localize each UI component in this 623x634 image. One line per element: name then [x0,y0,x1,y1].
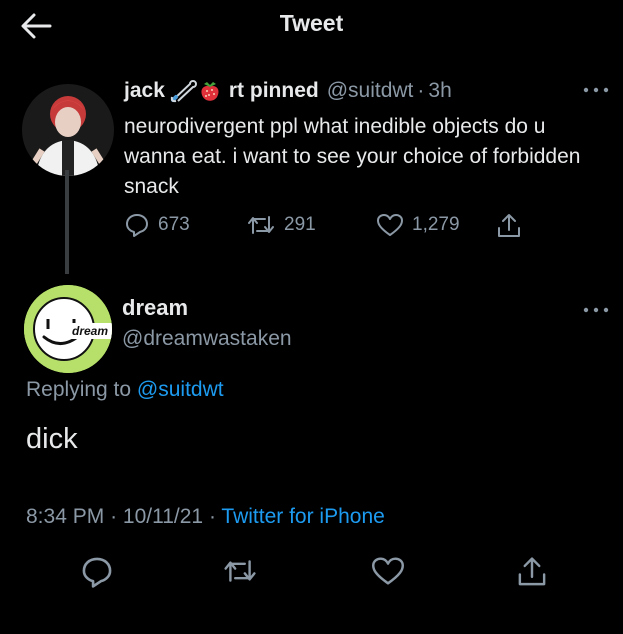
reply-icon[interactable] [80,555,116,591]
avatar-label: dream [72,324,108,338]
tweet-action-bar [0,555,623,595]
tweet-metadata: 8:34 PM · 10/11/21 · Twitter for iPhone [26,505,385,529]
parent-author-handle[interactable]: @suitdwt [327,79,414,103]
replying-to-handle-link[interactable]: @suitdwt [137,378,224,401]
meta-separator: · [417,79,425,102]
replying-to-label: Replying to [26,378,132,401]
strawberry-icon [197,78,223,104]
tweet-source-link[interactable]: Twitter for iPhone [221,505,384,528]
replying-to: Replying to @suitdwt [26,378,224,402]
avatar[interactable]: dream [24,285,112,373]
reply-icon [124,212,150,238]
retweet-icon [246,212,276,238]
share-button[interactable] [496,212,522,240]
reply-count: 673 [158,214,190,235]
parent-author-name-suffix: rt pinned [228,79,319,102]
meta-separator: · [110,505,118,528]
heart-icon[interactable] [370,555,406,591]
heart-icon [376,212,404,238]
parent-tweet-time[interactable]: 3h [428,79,451,103]
page-title: Tweet [279,10,344,36]
tweet-text: dick [26,423,78,455]
parent-tweet-header: jack rt pinned @suitdwt · 3h [124,78,452,104]
reply-button[interactable]: 673 [124,212,190,238]
safety-pin-icon [169,79,197,103]
like-count: 1,279 [412,214,460,235]
parent-author-name[interactable]: jack [124,79,165,103]
tweet-time[interactable]: 8:34 PM [26,505,104,528]
share-icon[interactable] [516,555,552,591]
like-button[interactable]: 1,279 [376,212,460,238]
author-handle[interactable]: @dreamwastaken [122,327,292,351]
thread-connector [65,170,69,274]
meta-separator: · [208,505,216,528]
retweet-button[interactable]: 291 [246,212,316,238]
author-name[interactable]: dream [122,295,188,321]
parent-tweet-text: neurodivergent ppl what inedible objects… [124,115,581,198]
more-options-icon[interactable] [578,300,614,320]
share-icon [496,212,522,240]
more-options-icon[interactable] [578,80,614,100]
avatar[interactable] [22,84,114,176]
retweet-icon[interactable] [222,555,258,591]
tweet-date[interactable]: 10/11/21 [123,505,203,528]
parent-tweet-actions: 673 291 1,279 [124,212,544,242]
retweet-count: 291 [284,214,316,235]
